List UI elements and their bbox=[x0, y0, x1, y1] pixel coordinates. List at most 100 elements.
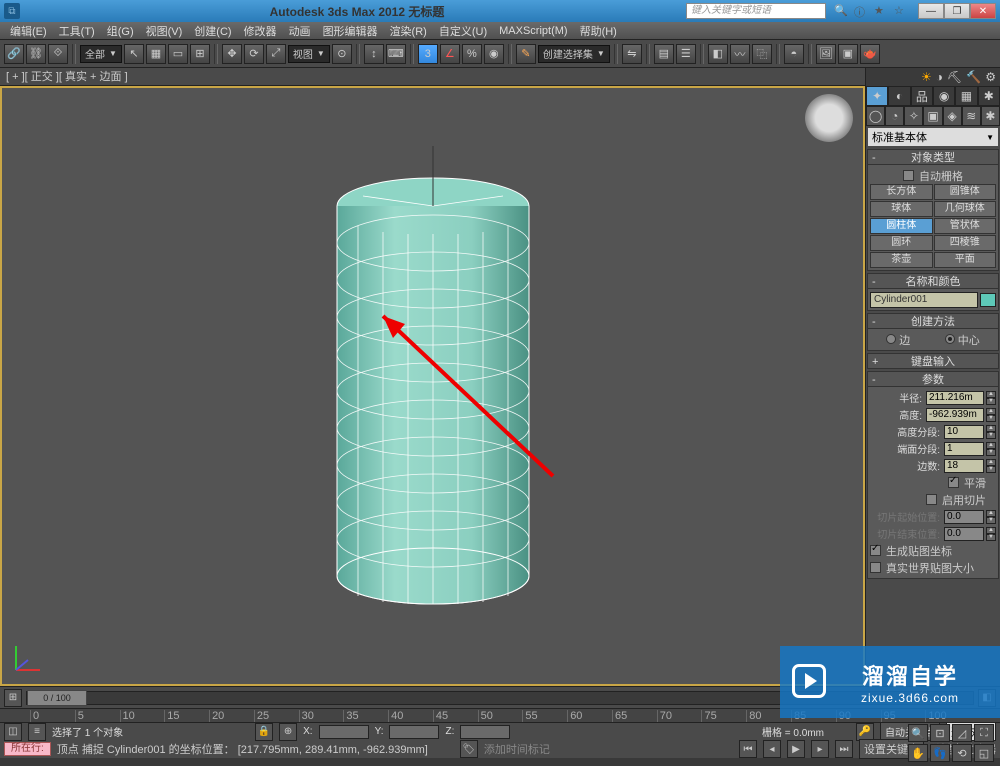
menu-render[interactable]: 渲染(R) bbox=[384, 23, 433, 39]
tag-icon[interactable]: 🏷 bbox=[460, 740, 478, 758]
btn-cylinder[interactable]: 圆柱体 bbox=[870, 218, 933, 234]
radio-center[interactable] bbox=[945, 334, 955, 344]
move-icon[interactable]: ✥ bbox=[222, 44, 242, 64]
section-head-keyboard[interactable]: +键盘输入 bbox=[867, 353, 999, 369]
hammer-icon[interactable]: 🔨 bbox=[966, 70, 981, 84]
zoom-icon[interactable]: 🔍 bbox=[908, 724, 928, 742]
max-toggle-icon[interactable]: ◱ bbox=[974, 744, 994, 762]
tab-create[interactable]: ✦ bbox=[866, 86, 888, 106]
sides-spinner[interactable]: ▲▼ bbox=[986, 459, 996, 473]
menu-tools[interactable]: 工具(T) bbox=[53, 23, 101, 39]
select-icon[interactable]: ↖ bbox=[124, 44, 144, 64]
layer-icon[interactable]: ☰ bbox=[676, 44, 696, 64]
keyboard-icon[interactable]: ⌨ bbox=[386, 44, 406, 64]
btn-torus[interactable]: 圆环 bbox=[870, 235, 933, 251]
maximize-button[interactable]: ❐ bbox=[944, 3, 970, 19]
fov-icon[interactable]: ◿ bbox=[952, 724, 972, 742]
mirror-icon[interactable]: ⇋ bbox=[622, 44, 642, 64]
tab-modify[interactable]: ◐ bbox=[888, 86, 910, 106]
heightseg-input[interactable]: 10 bbox=[944, 425, 984, 439]
pivot-icon[interactable]: ⊙ bbox=[332, 44, 352, 64]
orbit-icon[interactable]: ⟲ bbox=[952, 744, 972, 762]
coord-x-input[interactable] bbox=[319, 725, 369, 739]
lock-icon[interactable]: 🔒 bbox=[255, 723, 273, 741]
object-color-swatch[interactable] bbox=[980, 293, 996, 307]
viewport[interactable] bbox=[0, 86, 865, 686]
unlink-icon[interactable]: ⛓ bbox=[26, 44, 46, 64]
menu-help[interactable]: 帮助(H) bbox=[574, 23, 623, 39]
select-name-icon[interactable]: ▦ bbox=[146, 44, 166, 64]
snap-toggle-icon[interactable]: 3 bbox=[418, 44, 438, 64]
section-head-params[interactable]: -参数 bbox=[867, 371, 999, 387]
subtab-geometry[interactable]: ◯ bbox=[866, 106, 885, 126]
subtab-cameras[interactable]: ▣ bbox=[923, 106, 942, 126]
btn-tube[interactable]: 管状体 bbox=[934, 218, 997, 234]
btn-cone[interactable]: 圆锥体 bbox=[934, 184, 997, 200]
status-icon-2[interactable]: ≡ bbox=[28, 723, 46, 741]
btn-plane[interactable]: 平面 bbox=[934, 252, 997, 268]
coord-icon[interactable]: ⊕ bbox=[279, 723, 297, 741]
autogrid-checkbox[interactable] bbox=[903, 170, 914, 181]
tool-icon[interactable]: ⛏ bbox=[947, 70, 962, 84]
height-spinner[interactable]: ▲▼ bbox=[986, 408, 996, 422]
genuv-checkbox[interactable] bbox=[870, 545, 881, 556]
help-search-input[interactable]: 键入关键字或短语 bbox=[686, 3, 826, 19]
btn-teapot[interactable]: 茶壶 bbox=[870, 252, 933, 268]
rotate-icon[interactable]: ⟳ bbox=[244, 44, 264, 64]
section-head-objtype[interactable]: -对象类型 bbox=[867, 149, 999, 165]
menu-maxscript[interactable]: MAXScript(M) bbox=[493, 25, 573, 37]
link-icon[interactable]: 🔗 bbox=[4, 44, 24, 64]
schematic-icon[interactable]: ⿻ bbox=[752, 44, 772, 64]
select-rect-icon[interactable]: ▭ bbox=[168, 44, 188, 64]
graphite-icon[interactable]: ◧ bbox=[708, 44, 728, 64]
angle-snap-icon[interactable]: ∠ bbox=[440, 44, 460, 64]
viewcube-icon[interactable] bbox=[805, 94, 853, 142]
minimize-button[interactable]: — bbox=[918, 3, 944, 19]
btn-box[interactable]: 长方体 bbox=[870, 184, 933, 200]
selection-filter-dropdown[interactable]: 全部 bbox=[80, 45, 122, 63]
btn-pyramid[interactable]: 四棱锥 bbox=[934, 235, 997, 251]
subtab-lights[interactable]: ✧ bbox=[904, 106, 923, 126]
menu-edit[interactable]: 编辑(E) bbox=[4, 23, 53, 39]
play-icon[interactable]: ▶ bbox=[787, 740, 805, 758]
prompt-line-button[interactable]: 所在行: bbox=[4, 742, 51, 756]
menu-group[interactable]: 组(G) bbox=[101, 23, 140, 39]
menu-modifiers[interactable]: 修改器 bbox=[238, 23, 283, 39]
zoom-all-icon[interactable]: ⊡ bbox=[930, 724, 950, 742]
capseg-spinner[interactable]: ▲▼ bbox=[986, 442, 996, 456]
spinner-snap-icon[interactable]: ◉ bbox=[484, 44, 504, 64]
realworld-checkbox[interactable] bbox=[870, 562, 881, 573]
radius-input[interactable]: 211.216m bbox=[926, 391, 984, 405]
coord-y-input[interactable] bbox=[389, 725, 439, 739]
star-icon[interactable]: ☆ bbox=[894, 4, 908, 18]
close-button[interactable]: ✕ bbox=[970, 3, 996, 19]
coord-z-input[interactable] bbox=[460, 725, 510, 739]
zoom-extents-icon[interactable]: ⛶ bbox=[974, 724, 994, 742]
timeline-config-icon[interactable]: ⊞ bbox=[4, 689, 22, 707]
radius-spinner[interactable]: ▲▼ bbox=[986, 391, 996, 405]
walk-icon[interactable]: 👣 bbox=[930, 744, 950, 762]
tab-motion[interactable]: ◉ bbox=[933, 86, 955, 106]
menu-customize[interactable]: 自定义(U) bbox=[433, 23, 493, 39]
menu-animation[interactable]: 动画 bbox=[283, 23, 317, 39]
tab-display[interactable]: ▦ bbox=[955, 86, 977, 106]
menu-view[interactable]: 视图(V) bbox=[140, 23, 189, 39]
primitive-type-dropdown[interactable]: 标准基本体 bbox=[868, 128, 998, 146]
manipulate-icon[interactable]: ↕ bbox=[364, 44, 384, 64]
viewport-label[interactable]: [ + ][ 正交 ][ 真实 + 边面 ] bbox=[0, 68, 865, 86]
star-icon[interactable]: ★ bbox=[874, 4, 888, 18]
btn-geosphere[interactable]: 几何球体 bbox=[934, 201, 997, 217]
heightseg-spinner[interactable]: ▲▼ bbox=[986, 425, 996, 439]
menu-create[interactable]: 创建(C) bbox=[188, 23, 237, 39]
scale-icon[interactable]: ⤢ bbox=[266, 44, 286, 64]
named-sel-dropdown[interactable]: 创建选择集 bbox=[538, 45, 610, 63]
time-slider-thumb[interactable]: 0 / 100 bbox=[27, 690, 87, 706]
status-icon-1[interactable]: ◫ bbox=[4, 723, 22, 741]
capseg-input[interactable]: 1 bbox=[944, 442, 984, 456]
tab-utilities[interactable]: ✱ bbox=[978, 86, 1000, 106]
edit-named-sel-icon[interactable]: ✎ bbox=[516, 44, 536, 64]
radio-edge[interactable] bbox=[886, 334, 896, 344]
render-icon[interactable]: 🫖 bbox=[860, 44, 880, 64]
compass-icon[interactable]: ◑ bbox=[936, 70, 943, 84]
align-icon[interactable]: ▤ bbox=[654, 44, 674, 64]
